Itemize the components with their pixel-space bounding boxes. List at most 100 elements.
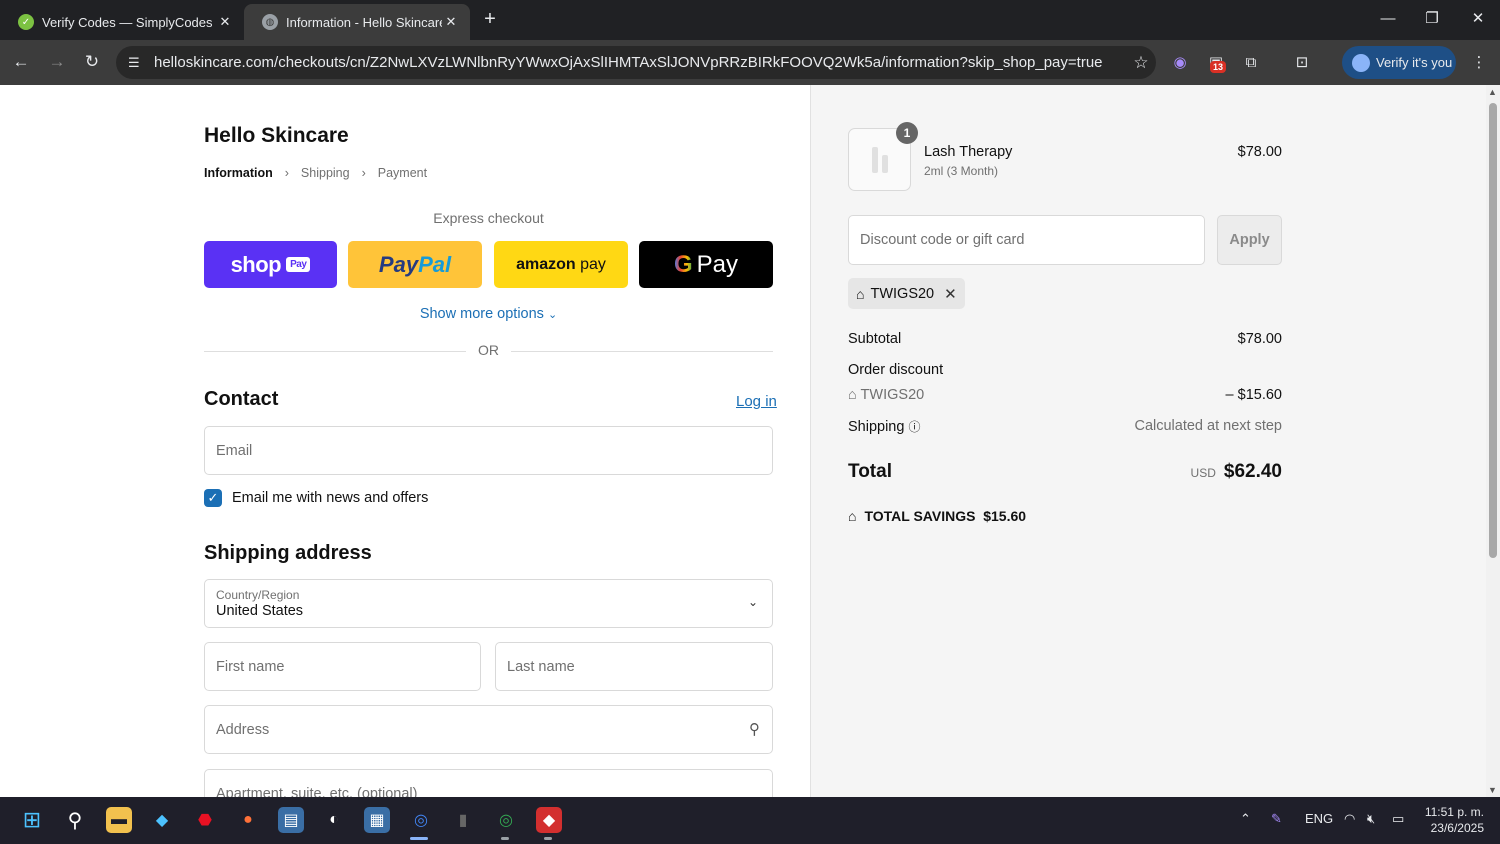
app-icon[interactable]: ▤ [278, 807, 304, 833]
currency-code: USD [1190, 466, 1216, 480]
savings-value: $15.60 [983, 508, 1027, 524]
battery-icon[interactable]: ▭ [1392, 811, 1404, 827]
store-name[interactable]: Hello Skincare [204, 124, 349, 148]
chevron-right-icon: › [361, 166, 366, 180]
first-name-field[interactable]: First name [204, 642, 481, 691]
total-label: Total [848, 461, 892, 482]
close-tab-icon[interactable]: ✕ [216, 14, 234, 30]
speaker-muted-icon[interactable]: 🔇︎ [1367, 811, 1375, 827]
wifi-icon[interactable]: ◠ [1344, 811, 1355, 827]
close-tab-icon[interactable]: ✕ [442, 14, 460, 30]
search-icon: ⚲ [749, 721, 760, 738]
site-info-icon[interactable]: ☰ [128, 55, 150, 71]
or-label: OR [478, 342, 499, 358]
forward-button[interactable]: → [44, 50, 70, 76]
restore-button[interactable]: ❐ [1410, 0, 1454, 40]
help-circle-icon[interactable]: ⓘ [908, 420, 920, 434]
amazon-pay-button[interactable]: amazon pay [494, 241, 628, 288]
google-pay-button[interactable]: G Pay [639, 241, 773, 288]
quantity-badge: 1 [896, 122, 918, 144]
checkout-main: Hello Skincare Information › Shipping › … [0, 85, 810, 797]
country-select[interactable]: Country/Region United States ⌄ [204, 579, 773, 628]
language-indicator[interactable]: ENG [1305, 811, 1333, 826]
search-icon[interactable]: ⚲ [62, 807, 88, 833]
product-image [871, 146, 878, 173]
shop-pay-wordmark: shop [230, 251, 282, 277]
apartment-field[interactable]: Apartment, suite, etc. (optional) [204, 769, 773, 797]
country-label: Country/Region [216, 588, 300, 602]
or-divider: OR [204, 342, 773, 360]
order-discount-row: Order discount [848, 362, 1282, 378]
app-icon[interactable]: ▮ [450, 807, 476, 833]
google-pay-word: Pay [696, 250, 739, 278]
tab-simplycodes[interactable]: ✓ Verify Codes — SimplyCodes ✕ [0, 4, 244, 40]
discount-code: TWIGS20 [860, 387, 925, 403]
simplycodes-icon: ✓ [18, 14, 34, 30]
product-price: $78.00 [1237, 144, 1282, 160]
applied-code-chip: ⌂ TWIGS20 ✕ [848, 278, 965, 309]
pen-icon[interactable]: ✎ [1271, 811, 1282, 827]
shop-pay-button[interactable]: shop Pay [204, 241, 337, 288]
antivirus-icon[interactable]: ⬣ [192, 807, 218, 833]
menu-kebab-icon[interactable]: ⋮ [1468, 52, 1490, 74]
scroll-up-icon[interactable]: ▲ [1488, 87, 1497, 97]
applied-code: TWIGS20 [870, 285, 935, 302]
address-field[interactable]: Address ⚲ [204, 705, 773, 754]
firefox-icon[interactable]: ● [235, 807, 261, 833]
email-news-checkbox-row[interactable]: ✓ Email me with news and offers [204, 489, 428, 507]
paypal-wordmark-pal: Pal [418, 251, 452, 277]
minimize-button[interactable]: — [1366, 0, 1410, 40]
login-link[interactable]: Log in [736, 393, 777, 410]
tab-search-icon[interactable]: ⊡ [1291, 52, 1313, 74]
chevron-up-icon[interactable]: ⌃ [1240, 811, 1251, 827]
clock-time: 11:51 p. m. [1424, 805, 1484, 819]
file-explorer-icon[interactable]: ▬ [106, 807, 132, 833]
paypal-button[interactable]: Pay Pal [348, 241, 482, 288]
discount-code-row: ⌂ TWIGS20 – $15.60 [848, 387, 1282, 403]
bookmark-star-icon[interactable]: ☆ [1126, 53, 1156, 73]
email-field[interactable]: Email [204, 426, 773, 475]
breadcrumb: Information › Shipping › Payment [204, 166, 427, 180]
tab-hello-skincare[interactable]: ◍ Information - Hello Skincare - C ✕ [244, 4, 470, 40]
paypal-wordmark-pay: Pay [378, 251, 419, 277]
browser-tabstrip: ✓ Verify Codes — SimplyCodes ✕ ◍ Informa… [0, 0, 1500, 40]
tab-title: Information - Hello Skincare - C [286, 14, 442, 30]
order-discount-label: Order discount [848, 362, 944, 378]
scroll-down-icon[interactable]: ▼ [1488, 785, 1497, 795]
extension-icon[interactable]: ◉ [1169, 52, 1191, 74]
url-text[interactable]: helloskincare.com/checkouts/cn/Z2NwLXVzL… [154, 54, 1126, 71]
checkbox-checked-icon[interactable]: ✓ [204, 489, 222, 507]
close-window-button[interactable]: ✕ [1456, 0, 1500, 40]
globe-icon: ◍ [262, 14, 278, 30]
apply-button[interactable]: Apply [1217, 215, 1282, 265]
chevron-right-icon: › [284, 166, 289, 180]
address-placeholder: Address [216, 721, 270, 738]
clock[interactable]: 11:51 p. m. 23/6/2025 [1418, 804, 1484, 836]
app-icon[interactable]: ◆ [149, 807, 175, 833]
address-bar[interactable]: ☰ helloskincare.com/checkouts/cn/Z2NwLXV… [116, 46, 1156, 79]
back-button[interactable]: ← [8, 50, 34, 76]
total-amount: USD $62.40 [1191, 461, 1282, 483]
discount-value: – $15.60 [1225, 387, 1282, 403]
shipping-row: Shipping ⓘ Calculated at next step [848, 418, 1282, 435]
chrome-icon[interactable]: ◎ [408, 807, 434, 833]
scrollbar-thumb[interactable] [1489, 103, 1497, 558]
new-tab-button[interactable]: + [478, 8, 502, 32]
last-name-field[interactable]: Last name [495, 642, 773, 691]
reload-button[interactable]: ↻ [79, 50, 105, 76]
amazon-pay-word: pay [580, 255, 606, 273]
calculator-icon[interactable]: ▦ [364, 807, 390, 833]
subtotal-label: Subtotal [848, 331, 902, 347]
remove-code-icon[interactable]: ✕ [944, 285, 957, 303]
checkout-page: Hello Skincare Information › Shipping › … [0, 85, 1486, 797]
profile-button[interactable]: Verify it's you [1342, 46, 1456, 79]
extensions-puzzle-icon[interactable]: ⧉ [1240, 52, 1262, 74]
discount-code-input[interactable]: Discount code or gift card [848, 215, 1205, 265]
page-scrollbar[interactable]: ▲ ▼ [1486, 85, 1500, 797]
app-icon[interactable]: ◆ [536, 807, 562, 833]
chrome-icon[interactable]: ◎ [493, 807, 519, 833]
app-icon[interactable]: ◐ [321, 807, 347, 833]
profile-label: Verify it's you [1376, 55, 1453, 70]
show-more-options-link[interactable]: Show more options ⌄ [204, 306, 773, 322]
windows-start-icon[interactable]: ⊞ [19, 807, 45, 833]
